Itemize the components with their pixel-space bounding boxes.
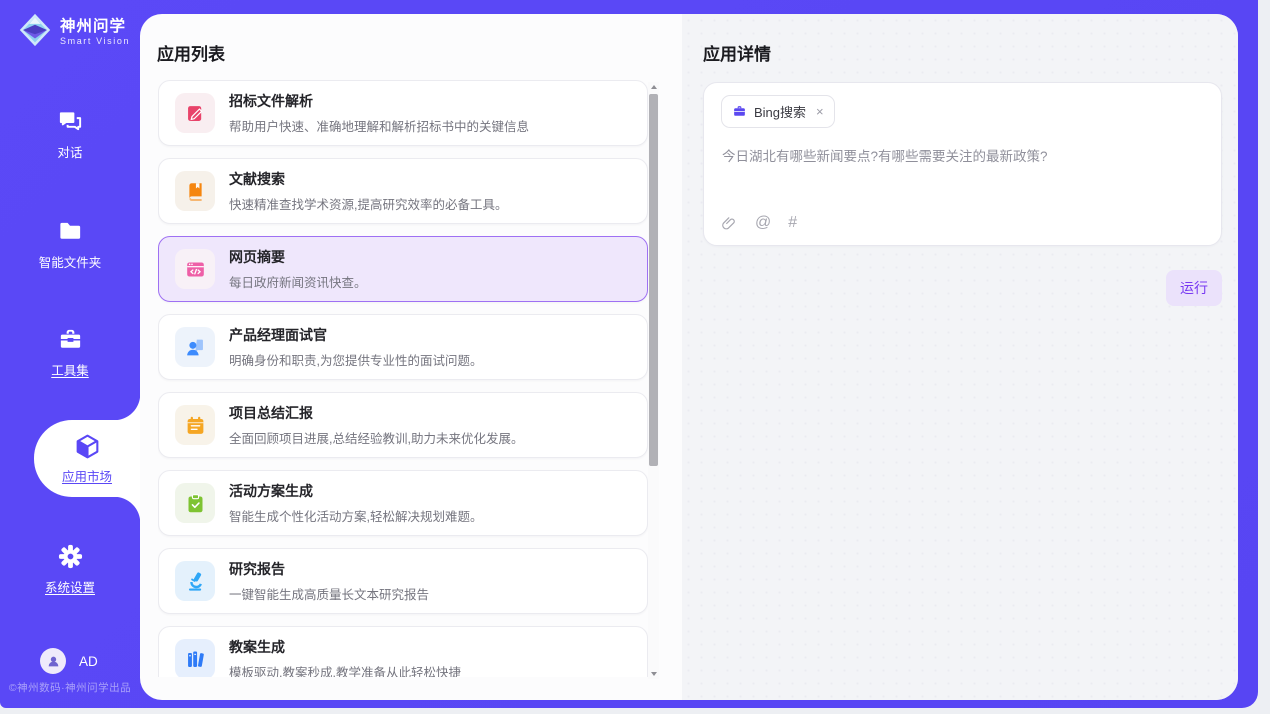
- scroll-down-arrow[interactable]: [648, 669, 659, 679]
- folder-icon: [57, 217, 84, 245]
- calendar-icon: [175, 405, 215, 445]
- brand: 神州问学 Smart Vision: [16, 11, 130, 54]
- app-card-title: 研究报告: [229, 559, 429, 579]
- app-card-description: 智能生成个性化活动方案,轻松解决规划难题。: [229, 506, 482, 525]
- person-icon: [46, 654, 61, 669]
- cube-icon: [73, 433, 102, 461]
- tag-close-icon[interactable]: ×: [816, 105, 824, 118]
- sidebar-item-3[interactable]: 工具集: [0, 325, 140, 379]
- app-card-description: 明确身份和职责,为您提供专业性的面试问题。: [229, 350, 482, 369]
- clipboard-check-icon: [175, 483, 215, 523]
- app-card-title: 产品经理面试官: [229, 325, 482, 345]
- user-initials: AD: [79, 654, 98, 669]
- copyright-text: ©神州数码·神州问学出品: [0, 680, 140, 695]
- interviewer-icon: [175, 327, 215, 367]
- app-card-description: 帮助用户快速、准确地理解和解析招标书中的关键信息: [229, 116, 529, 135]
- app-card-description: 每日政府新闻资讯快查。: [229, 272, 367, 291]
- user-row[interactable]: AD: [40, 648, 98, 674]
- app-card-description: 全面回顾项目进展,总结经验教训,助力未来优化发展。: [229, 428, 523, 447]
- sidebar: 神州问学 Smart Vision 对话智能文件夹工具集应用市场系统设置 AD …: [0, 0, 140, 708]
- brand-name: 神州问学: [60, 18, 130, 36]
- toolbox-icon: [57, 325, 84, 353]
- app-card-description: 一键智能生成高质量长文本研究报告: [229, 584, 429, 603]
- app-card-title: 活动方案生成: [229, 481, 482, 501]
- hash-icon[interactable]: #: [788, 214, 797, 232]
- app-card-1[interactable]: 招标文件解析帮助用户快速、准确地理解和解析招标书中的关键信息: [158, 80, 648, 146]
- tool-tag-bing[interactable]: Bing搜索 ×: [721, 95, 835, 128]
- app-card-4[interactable]: 产品经理面试官明确身份和职责,为您提供专业性的面试问题。: [158, 314, 648, 380]
- app-list-title: 应用列表: [157, 40, 225, 65]
- app-card-description: 快速精准查找学术资源,提高研究效率的必备工具。: [229, 194, 507, 213]
- sidebar-item-label: 系统设置: [45, 577, 95, 596]
- app-card-2[interactable]: 文献搜索快速精准查找学术资源,提高研究效率的必备工具。: [158, 158, 648, 224]
- app-detail-title: 应用详情: [703, 40, 771, 65]
- app-list: 招标文件解析帮助用户快速、准确地理解和解析招标书中的关键信息文献搜索快速精准查找…: [158, 80, 648, 677]
- scrollbar[interactable]: [648, 82, 659, 679]
- app-card-8[interactable]: 教案生成模板驱动,教案秒成,教学准备从此轻松快捷: [158, 626, 648, 677]
- gear-icon: [57, 542, 84, 570]
- scrollbar-thumb[interactable]: [649, 94, 658, 466]
- content-area: 应用列表 招标文件解析帮助用户快速、准确地理解和解析招标书中的关键信息文献搜索快…: [140, 14, 1238, 700]
- app-card-title: 教案生成: [229, 637, 461, 657]
- sidebar-item-label: 应用市场: [62, 466, 112, 485]
- microscope-icon: [175, 561, 215, 601]
- app-card-5[interactable]: 项目总结汇报全面回顾项目进展,总结经验教训,助力未来优化发展。: [158, 392, 648, 458]
- tool-tag-label: Bing搜索: [754, 102, 806, 121]
- chat-icon: [57, 107, 84, 135]
- app-card-title: 文献搜索: [229, 169, 507, 189]
- book-icon: [175, 171, 215, 211]
- paperclip-icon[interactable]: [721, 215, 738, 232]
- sidebar-item-label: 智能文件夹: [39, 252, 102, 271]
- app-card-3[interactable]: 网页摘要每日政府新闻资讯快查。: [158, 236, 648, 302]
- sidebar-item-1[interactable]: 对话: [0, 107, 140, 161]
- at-icon[interactable]: @: [755, 214, 771, 232]
- app-shell: 神州问学 Smart Vision 对话智能文件夹工具集应用市场系统设置 AD …: [0, 0, 1258, 708]
- app-card-6[interactable]: 活动方案生成智能生成个性化活动方案,轻松解决规划难题。: [158, 470, 648, 536]
- run-button[interactable]: 运行: [1166, 270, 1222, 306]
- brand-tagline: Smart Vision: [60, 36, 130, 46]
- app-card-description: 模板驱动,教案秒成,教学准备从此轻松快捷: [229, 662, 461, 677]
- app-card-title: 招标文件解析: [229, 91, 529, 111]
- document-edit-icon: [175, 93, 215, 133]
- scroll-up-arrow[interactable]: [648, 82, 659, 92]
- sidebar-item-label: 工具集: [51, 360, 89, 379]
- prompt-input[interactable]: 今日湖北有哪些新闻要点?有哪些需要关注的最新政策?: [722, 147, 1201, 167]
- app-detail-panel: 应用详情 Bing搜索 × 今日湖北有哪些新闻要点?有哪些需要关注的最新政策?: [682, 14, 1238, 700]
- sidebar-item-label: 对话: [57, 142, 82, 161]
- app-card-7[interactable]: 研究报告一键智能生成高质量长文本研究报告: [158, 548, 648, 614]
- sidebar-item-4[interactable]: 应用市场: [34, 420, 140, 497]
- composer-toolbar: @ #: [721, 214, 797, 232]
- app-card-title: 项目总结汇报: [229, 403, 523, 423]
- brand-logo-icon: [16, 11, 54, 54]
- avatar[interactable]: [40, 648, 66, 674]
- app-card-title: 网页摘要: [229, 247, 367, 267]
- prompt-composer[interactable]: Bing搜索 × 今日湖北有哪些新闻要点?有哪些需要关注的最新政策? @ #: [703, 82, 1222, 246]
- books-icon: [175, 639, 215, 677]
- sidebar-item-2[interactable]: 智能文件夹: [0, 217, 140, 271]
- briefcase-icon: [732, 104, 747, 119]
- browser-code-icon: [175, 249, 215, 289]
- sidebar-item-5[interactable]: 系统设置: [0, 542, 140, 596]
